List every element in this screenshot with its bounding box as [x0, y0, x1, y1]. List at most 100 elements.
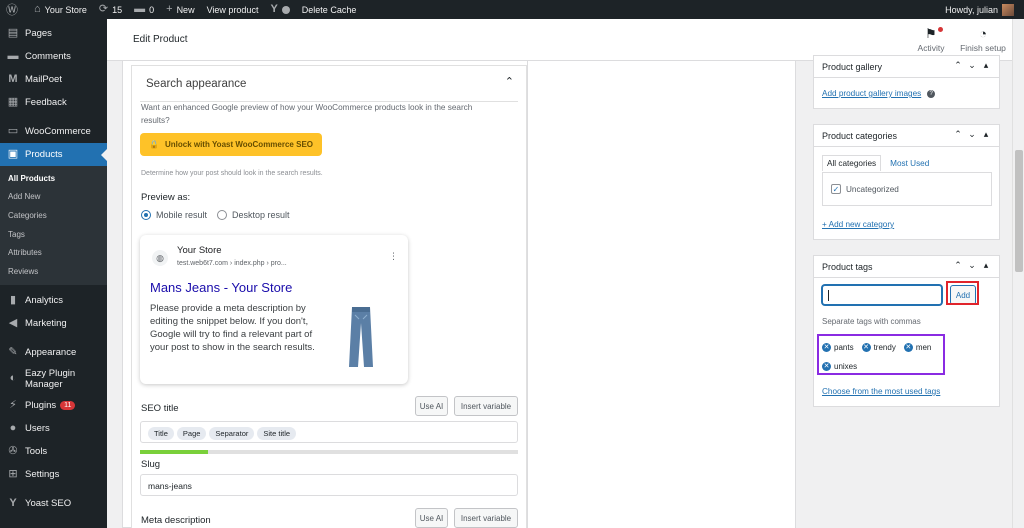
comment-icon: ▬: [134, 3, 146, 15]
submenu-tags[interactable]: Tags: [0, 225, 107, 244]
sidebar-item-comments[interactable]: ▬ Comments: [0, 45, 107, 68]
submenu-all-products[interactable]: All Products: [0, 169, 107, 188]
activity-button[interactable]: ⚑ Activity: [909, 25, 953, 53]
delete-cache-link[interactable]: Delete Cache: [296, 0, 363, 19]
move-down-icon[interactable]: ⌄: [965, 60, 979, 71]
sidebar-item-yoast-seo[interactable]: Y Yoast SEO: [0, 492, 107, 515]
yoast-icon: Y: [9, 496, 17, 509]
finish-setup-button[interactable]: ◔ Finish setup: [955, 25, 1011, 53]
yoast-adminbar-icon[interactable]: Y: [264, 0, 295, 19]
products-icon: ▣: [7, 148, 19, 160]
home-icon: ⌂: [34, 3, 41, 15]
tab-all-categories[interactable]: All categories: [822, 155, 882, 171]
yoast-seo-metabox: Search appearance ⌃ Want an enhanced Goo…: [131, 65, 527, 528]
tags-hint: Separate tags with commas: [822, 317, 921, 326]
remove-tag-icon[interactable]: ✕: [903, 343, 913, 352]
meta-description-insert-variable-button[interactable]: Insert variable: [454, 508, 518, 528]
sidebar-item-products[interactable]: ▣ Products: [0, 143, 107, 166]
users-icon: ●: [9, 421, 17, 434]
sidebar-item-analytics[interactable]: ▮ Analytics: [0, 289, 107, 312]
sidebar-item-users[interactable]: ● Users: [0, 417, 107, 440]
sidebar-item-woocommerce[interactable]: ▭ WooCommerce: [0, 120, 107, 143]
chevron-up-icon[interactable]: ⌃: [505, 75, 514, 88]
updates-link[interactable]: ⟳ 15: [93, 0, 128, 19]
preview-site-name: Your Store: [177, 245, 222, 256]
page-variable-pill: Page: [176, 427, 207, 440]
tab-most-used[interactable]: Most Used: [885, 155, 935, 171]
scrollbar-thumb[interactable]: [1015, 150, 1023, 272]
sidebar-item-mailpoet[interactable]: M MailPoet: [0, 68, 107, 91]
preview-description: Please provide a meta description by edi…: [150, 303, 315, 353]
view-product-link[interactable]: View product: [201, 0, 265, 19]
meta-description-use-ai-button[interactable]: Use AI: [415, 508, 448, 528]
sidebar-item-pages[interactable]: ▤ Pages: [0, 22, 107, 45]
page-scrollbar[interactable]: [1012, 19, 1024, 528]
seo-score-dot-icon: [281, 5, 290, 14]
seo-title-use-ai-button[interactable]: Use AI: [415, 396, 448, 416]
product-tags-title: Product tags: [822, 262, 873, 272]
analytics-icon: ▮: [9, 293, 17, 306]
preview-as-label: Preview as:: [141, 192, 191, 203]
submenu-categories[interactable]: Categories: [0, 206, 107, 225]
submenu-reviews[interactable]: Reviews: [0, 262, 107, 281]
sidebar-item-marketing[interactable]: ◀ Marketing: [0, 312, 107, 335]
wordpress-logo-icon[interactable]: Ⓦ: [0, 0, 28, 19]
move-down-icon[interactable]: ⌄: [965, 129, 979, 140]
sidebar-item-plugins[interactable]: ⚡ Plugins 11: [0, 394, 107, 417]
choose-most-used-tags-link[interactable]: Choose from the most used tags: [822, 387, 940, 396]
sidebar-item-eazy-plugin-manager[interactable]: ◐ Eazy Plugin Manager: [0, 364, 107, 394]
more-vertical-icon: ⋮: [389, 251, 398, 261]
submenu-attributes[interactable]: Attributes: [0, 243, 107, 262]
plus-icon: +: [166, 3, 173, 15]
move-down-icon[interactable]: ⌄: [965, 260, 979, 271]
submenu-add-new[interactable]: Add New: [0, 188, 107, 207]
preview-url: test.web6t7.com › index.php › pro...: [177, 260, 287, 267]
new-tag-input[interactable]: [822, 285, 942, 305]
add-gallery-images-link[interactable]: Add product gallery images: [822, 89, 921, 98]
meta-description-label: Meta description: [141, 515, 211, 526]
preview-title: Mans Jeans - Your Store: [150, 280, 293, 295]
collapse-icon[interactable]: ▴: [979, 260, 993, 271]
seo-title-insert-variable-button[interactable]: Insert variable: [454, 396, 518, 416]
remove-tag-icon[interactable]: ✕: [861, 343, 871, 352]
unlock-woocommerce-seo-button[interactable]: 🔒 Unlock with Yoast WooCommerce SEO: [140, 133, 322, 156]
seo-title-input[interactable]: Title Page Separator Site title: [140, 421, 518, 443]
comments-link[interactable]: ▬ 0: [128, 0, 160, 19]
preview-hint: Determine how your post should look in t…: [141, 170, 323, 177]
move-up-icon[interactable]: ⌃: [951, 260, 965, 271]
desktop-result-radio[interactable]: [217, 210, 228, 220]
category-checklist: ✓ Uncategorized: [822, 172, 992, 206]
collapse-icon[interactable]: ▴: [979, 129, 993, 140]
collapse-icon[interactable]: ▴: [979, 60, 993, 71]
plugins-update-badge: 11: [60, 400, 76, 410]
mailpoet-icon: M: [8, 73, 18, 85]
move-up-icon[interactable]: ⌃: [951, 129, 965, 140]
sidebar-item-settings[interactable]: ⊞ Settings: [0, 463, 107, 486]
add-new-category-link[interactable]: + Add new category: [822, 220, 894, 229]
preview-mode-radios: Mobile result Desktop result: [141, 210, 290, 220]
account-menu[interactable]: Howdy, julian: [939, 0, 1020, 19]
avatar: [1002, 3, 1014, 16]
remove-tag-icon[interactable]: ✕: [822, 343, 831, 352]
new-content-link[interactable]: + New: [160, 0, 200, 19]
uncategorized-checkbox[interactable]: ✓: [831, 184, 841, 194]
flag-icon: ⚑: [925, 26, 937, 41]
eazy-plugin-icon: ◐: [9, 372, 17, 385]
site-name-link[interactable]: ⌂ Your Store: [28, 0, 93, 19]
plugins-icon: ⚡: [9, 398, 17, 411]
slug-input[interactable]: mans-jeans: [140, 474, 518, 496]
sidebar-item-feedback[interactable]: ▦ Feedback: [0, 91, 107, 114]
separator-variable-pill: Separator: [209, 427, 255, 440]
remove-tag-icon[interactable]: ✕: [822, 362, 831, 371]
sidebar-item-tools[interactable]: ✇ Tools: [0, 440, 107, 463]
move-up-icon[interactable]: ⌃: [951, 60, 965, 71]
upsell-text: Want an enhanced Google preview of how y…: [141, 103, 473, 125]
sidebar-item-appearance[interactable]: ✎ Appearance: [0, 341, 107, 364]
globe-icon: ◍: [152, 250, 168, 266]
comments-icon: ▬: [7, 50, 19, 62]
page-title: Edit Product: [133, 34, 188, 45]
help-icon[interactable]: ?: [927, 89, 936, 98]
google-preview-card: ◍ Your Store test.web6t7.com › index.php…: [140, 235, 408, 384]
woocommerce-icon: ▭: [7, 125, 19, 137]
mobile-result-radio[interactable]: [141, 210, 151, 220]
